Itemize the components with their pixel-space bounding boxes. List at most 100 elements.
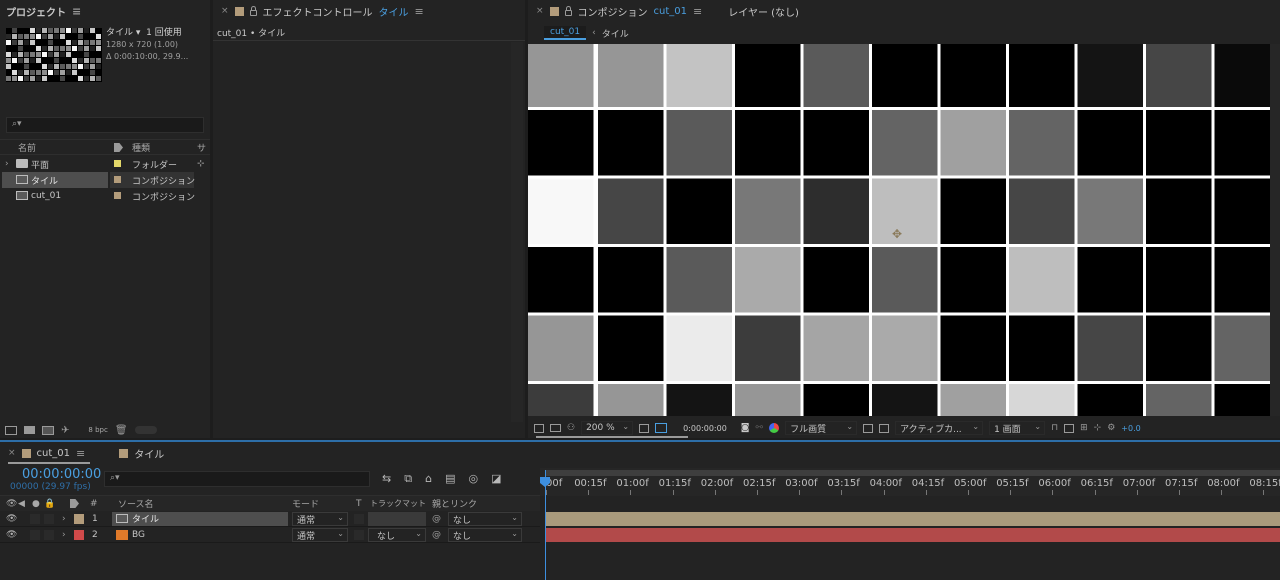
column-size[interactable]: サ [197, 141, 206, 154]
composition-tab-prefix: コンポジション [577, 7, 648, 19]
tab-effect-controls[interactable]: × エフェクトコントロール タイル ≡ [213, 0, 430, 22]
ruler-tick [1052, 490, 1054, 495]
new-composition-icon[interactable] [42, 425, 54, 435]
time-ruler[interactable]: 00f 00:15f 01:00f 01:15f 02:00f 02:15f 03:00f 0… [0, 442, 1280, 580]
render-queue-icon[interactable]: ✈ [61, 425, 69, 436]
fast-preview-icon[interactable] [863, 423, 874, 433]
new-folder-icon[interactable] [24, 426, 35, 434]
exposure-value[interactable]: +0.0 [1121, 424, 1140, 433]
close-icon[interactable]: × [536, 6, 544, 16]
thumbnail-cell [72, 58, 77, 63]
scroll-handle[interactable] [134, 426, 157, 434]
tab-composition[interactable]: × コンポジション cut_01 ≡ [528, 0, 708, 22]
title-safe-icon[interactable] [639, 423, 650, 433]
thumbnail-cell [18, 52, 23, 57]
show-snapshot-icon[interactable]: ⚯ [756, 423, 764, 433]
ruler-tick [714, 490, 716, 495]
search-icon: ⌕▾ [12, 119, 22, 129]
effects-scrollbar[interactable] [511, 42, 523, 422]
thumbnail-cell [96, 52, 101, 57]
chevron-down-icon: ⌄ [846, 422, 854, 431]
breadcrumb-cut01[interactable]: cut_01 [544, 26, 587, 40]
resolution-dropdown[interactable]: フル画質 ⌄ [785, 421, 858, 435]
thumbnail-cell [48, 40, 53, 45]
label-color-swatch[interactable] [114, 192, 121, 199]
composition-panel: × コンポジション cut_01 ≡ レイヤー (なし) cut_01 ‹ タイ… [528, 0, 1280, 438]
project-search-input[interactable]: ⌕▾ [6, 117, 204, 133]
ruler-tick-label: 06:15f [1080, 478, 1113, 489]
composition-viewer[interactable]: ✥ [528, 44, 1280, 416]
thumbnail-cell [90, 70, 95, 75]
column-name[interactable]: 名前 [18, 141, 36, 154]
color-channels-icon[interactable] [769, 423, 780, 433]
project-bottom-toolbar: ✈ 8 bpc 🗑 [0, 422, 210, 438]
label-color-swatch[interactable] [114, 176, 121, 183]
zoom-dropdown[interactable]: 200 % ⌄ [581, 421, 634, 435]
expand-arrow-icon[interactable]: › [5, 159, 9, 169]
thumbnail-cell [72, 76, 77, 81]
thumbnail-cell [18, 70, 23, 75]
project-item-name[interactable]: タイル ▾ [106, 28, 140, 38]
thumbnail-cell [60, 70, 65, 75]
view-layout-dropdown[interactable]: 1 画面 ⌄ [989, 421, 1046, 435]
thumbnail-cell [30, 52, 35, 57]
project-item-row[interactable]: cut_01 コンポジション [0, 188, 210, 204]
tab-project[interactable]: プロジェクト ≡ [0, 0, 87, 22]
interpret-footage-icon[interactable] [5, 425, 17, 435]
flowchart-icon[interactable]: ⊹ [197, 159, 205, 169]
viewer-scrollbar[interactable] [1270, 44, 1280, 416]
thumbnail-cell [90, 64, 95, 69]
label-color-swatch[interactable] [114, 160, 121, 167]
tab-layer[interactable]: レイヤー (なし) [722, 0, 805, 22]
thumbnail-cell [66, 46, 71, 51]
layer-bar[interactable] [546, 528, 1280, 542]
panel-menu-icon[interactable]: ≡ [72, 5, 81, 18]
thumbnail-cell [66, 28, 71, 33]
mask-visibility-icon[interactable]: ⚇ [567, 423, 575, 433]
camera-snapshot-icon[interactable]: ◙ [741, 423, 750, 433]
always-preview-icon[interactable] [534, 423, 544, 433]
thumbnail-cell [78, 34, 83, 39]
tile-cell [666, 178, 732, 244]
ruler-tick-label: 08:00f [1207, 478, 1240, 489]
tile-cell [940, 384, 1006, 416]
timeline-icon[interactable]: ⊞ [1080, 423, 1088, 433]
flowchart-icon[interactable]: ⊹ [1094, 423, 1102, 433]
ruler-tick-label: 04:00f [869, 478, 902, 489]
thumbnail-cell [96, 34, 101, 39]
exposure-reset-icon[interactable]: ⚙ [1107, 423, 1115, 433]
monitor-icon[interactable] [550, 424, 561, 432]
project-item-row[interactable]: タイル コンポジション [0, 172, 210, 188]
thumbnail-cell [78, 28, 83, 33]
panel-menu-icon[interactable]: ≡ [415, 5, 424, 18]
project-panel: プロジェクト ≡ タイル ▾ 1 回使用 1280 x 720 (1.00) Δ… [0, 0, 210, 438]
project-item-row[interactable]: › 平面 フォルダー ⊹ [0, 156, 210, 172]
camera-view-dropdown[interactable]: アクティブカ... ⌄ [895, 421, 984, 435]
thumbnail-cell [78, 40, 83, 45]
pixel-aspect-icon[interactable]: ⊓ [1051, 423, 1058, 433]
thumbnail-cell [12, 64, 17, 69]
ruler-tick [925, 490, 927, 495]
thumbnail-cell [90, 46, 95, 51]
current-time-display[interactable]: 0:00:00:00 [683, 424, 727, 433]
transparency-grid-icon[interactable] [879, 423, 890, 433]
ruler-tick-label: 06:00f [1038, 478, 1071, 489]
lock-icon[interactable] [249, 5, 257, 16]
layer-bar[interactable] [546, 512, 1280, 526]
tile-cell [1077, 247, 1143, 313]
thumbnail-cell [48, 52, 53, 57]
project-item-type: フォルダー [132, 160, 178, 171]
composition-thumbnail [6, 28, 102, 82]
breadcrumb-tile[interactable]: タイル [602, 27, 629, 40]
panel-menu-icon[interactable]: ≡ [693, 5, 702, 18]
trash-icon[interactable]: 🗑 [115, 425, 128, 436]
close-icon[interactable]: × [221, 6, 229, 16]
bpc-button[interactable]: 8 bpc [88, 426, 107, 434]
region-of-interest-icon[interactable] [655, 423, 668, 433]
fast-previews-icon[interactable] [1064, 423, 1075, 433]
column-type[interactable]: 種類 [132, 141, 150, 154]
lock-icon[interactable] [564, 5, 572, 16]
tile-grid-canvas[interactable]: ✥ [528, 44, 1280, 416]
thumbnail-cell [12, 46, 17, 51]
tile-cell [940, 44, 1006, 107]
